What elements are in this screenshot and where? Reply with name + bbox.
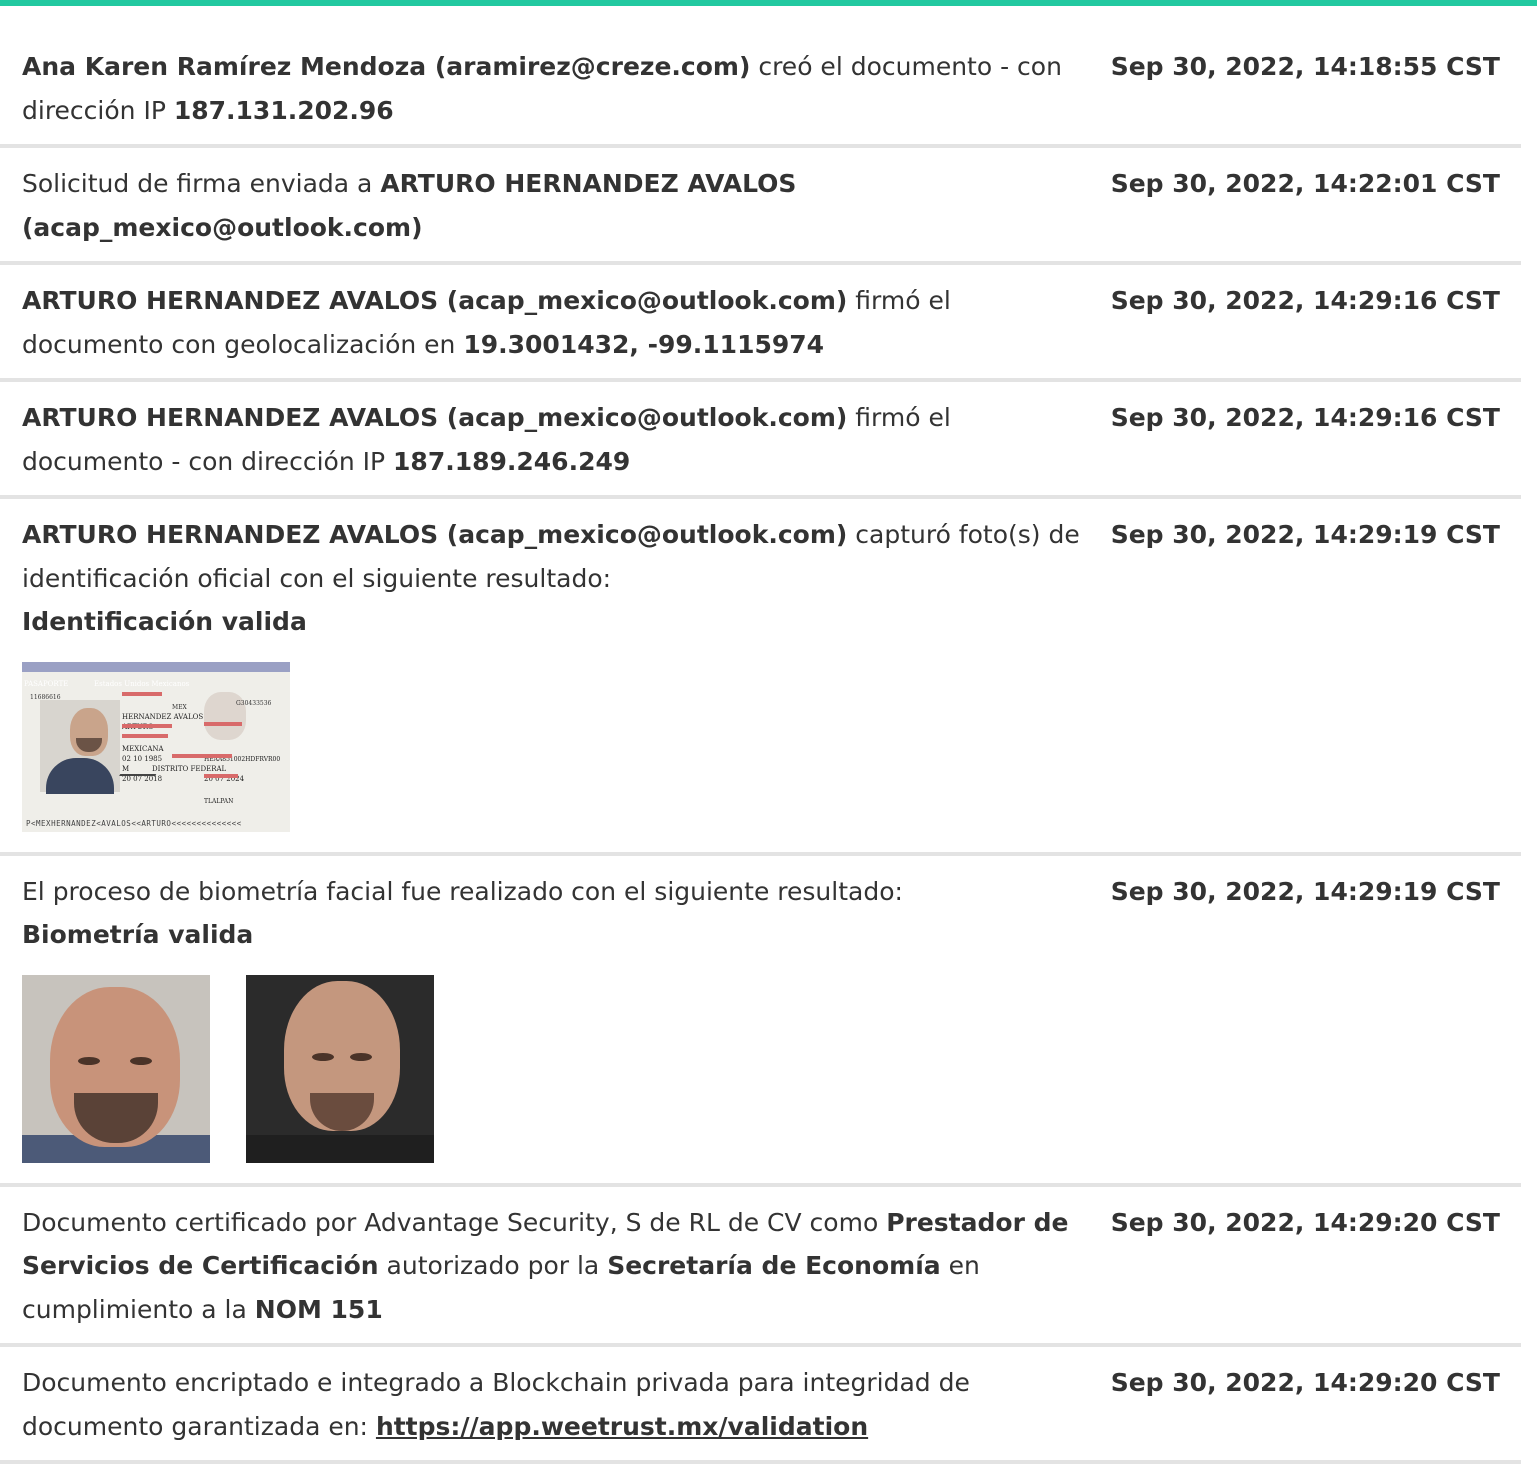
passport-mrz-line-2: G304335361MEX8510024M2407201<<<<<<<<<<<<… <box>26 814 247 832</box>
log-entry: ARTURO HERNANDEZ AVALOS (acap_mexico@out… <box>0 382 1521 499</box>
log-entry-text: Ana Karen Ramírez Mendoza (aramirez@crez… <box>0 31 1082 144</box>
log-entry-text: Documento encriptado e integrado a Block… <box>0 1347 1082 1460</box>
photo-eye-right <box>130 1056 152 1065</box>
bold-text: ARTURO HERNANDEZ AVALOS (acap_mexico@out… <box>22 286 848 315</box>
audit-log: Ana Karen Ramírez Mendoza (aramirez@crez… <box>0 31 1521 1464</box>
log-entry-text: ARTURO HERNANDEZ AVALOS (acap_mexico@out… <box>0 499 1082 852</box>
selfie-photo <box>246 974 434 1163</box>
bold-text: Ana Karen Ramírez Mendoza (aramirez@crez… <box>22 52 751 81</box>
passport-issue-date: 20 07 2018 <box>122 774 163 783</box>
log-entry-timestamp: Sep 30, 2022, 14:29:20 CST <box>1110 1207 1500 1237</box>
bold-text: 187.131.202.96 <box>173 95 394 125</box>
portrait-torso <box>46 757 114 794</box>
bold-text: ARTURO HERNANDEZ AVALOS (acap_mexico@out… <box>22 403 848 432</box>
log-entry-text: ARTURO HERNANDEZ AVALOS (acap_mexico@out… <box>0 265 1082 378</box>
log-entry-images: PASAPORTE Estados Unidos Mexicanos 1168661… <box>22 644 1082 840</box>
plain-text: Documento certificado por Advantage Secu… <box>22 1207 887 1237</box>
log-entry-text: Solicitud de firma enviada a ARTURO HERN… <box>0 148 1082 261</box>
log-entry-timestamp: Sep 30, 2022, 14:29:20 CST <box>1110 1368 1500 1397</box>
plain-text: El proceso de biometría facial fue reali… <box>22 876 903 906</box>
photo-eye-left <box>312 1052 334 1061</box>
bold-text: ARTURO HERNANDEZ AVALOS (acap_mexico@out… <box>22 520 848 549</box>
validation-link[interactable]: https://app.weetrust.mx/validation <box>376 1412 868 1441</box>
passport-number-left: 11686616 <box>30 693 61 701</box>
bold-text: 187.189.246.249 <box>393 446 631 476</box>
passport-photo: PASAPORTE Estados Unidos Mexicanos 1168661… <box>22 661 290 832</box>
photo-body <box>246 1134 434 1163</box>
log-entry-images <box>22 957 1082 1171</box>
log-entry: ARTURO HERNANDEZ AVALOS (acap_mexico@out… <box>0 499 1521 856</box>
log-entry: ARTURO HERNANDEZ AVALOS (acap_mexico@out… <box>0 265 1521 382</box>
bold-text: 19.3001432, -99.1115974 <box>463 329 825 359</box>
log-entry: Solicitud de firma enviada a ARTURO HERN… <box>0 148 1521 265</box>
bold-text: NOM 151 <box>254 1294 383 1324</box>
log-entry: Ana Karen Ramírez Mendoza (aramirez@crez… <box>0 31 1521 148</box>
log-entry-text: ARTURO HERNANDEZ AVALOS (acap_mexico@out… <box>0 382 1082 495</box>
photo-eye-right <box>350 1052 372 1061</box>
log-entry-timestamp: Sep 30, 2022, 14:18:55 CST <box>1110 52 1500 81</box>
log-entry-text: El proceso de biometría facial fue reali… <box>0 856 1082 1183</box>
id-face-photo <box>22 974 210 1163</box>
top-accent-bar <box>0 0 1537 6</box>
log-entry-timestamp: Sep 30, 2022, 14:29:16 CST <box>1110 286 1500 315</box>
plain-text: autorizado por la <box>378 1251 608 1280</box>
log-entry: Documento certificado por Advantage Secu… <box>0 1187 1521 1347</box>
passport-field-label-3 <box>172 753 232 758</box>
passport-field-label-5 <box>204 773 238 778</box>
bold-text: Identificación valida <box>22 607 307 636</box>
plain-text: Solicitud de firma enviada a <box>22 169 381 198</box>
bold-text: Biometría valida <box>22 920 254 949</box>
log-entry: Documento encriptado e integrado a Block… <box>0 1347 1521 1464</box>
passport-field-label-1 <box>122 723 172 728</box>
log-entry-text: Documento certificado por Advantage Secu… <box>0 1187 1082 1344</box>
log-entry: El proceso de biometría facial fue reali… <box>0 856 1521 1187</box>
log-entry-timestamp: Sep 30, 2022, 14:22:01 CST <box>1110 169 1500 198</box>
passport-signature <box>119 765 161 776</box>
passport-field-label-0 <box>122 691 162 696</box>
passport-field-label-4 <box>204 721 242 726</box>
passport-passport-no: G30433536 <box>236 699 272 707</box>
log-entry-timestamp: Sep 30, 2022, 14:29:16 CST <box>1110 403 1500 432</box>
log-entry-timestamp: Sep 30, 2022, 14:29:19 CST <box>1110 520 1500 549</box>
log-entry-timestamp: Sep 30, 2022, 14:29:19 CST <box>1110 876 1500 906</box>
bold-text: Secretaría de Economía <box>607 1251 941 1280</box>
photo-eye-left <box>78 1056 100 1065</box>
passport-field-label-2 <box>122 733 168 738</box>
